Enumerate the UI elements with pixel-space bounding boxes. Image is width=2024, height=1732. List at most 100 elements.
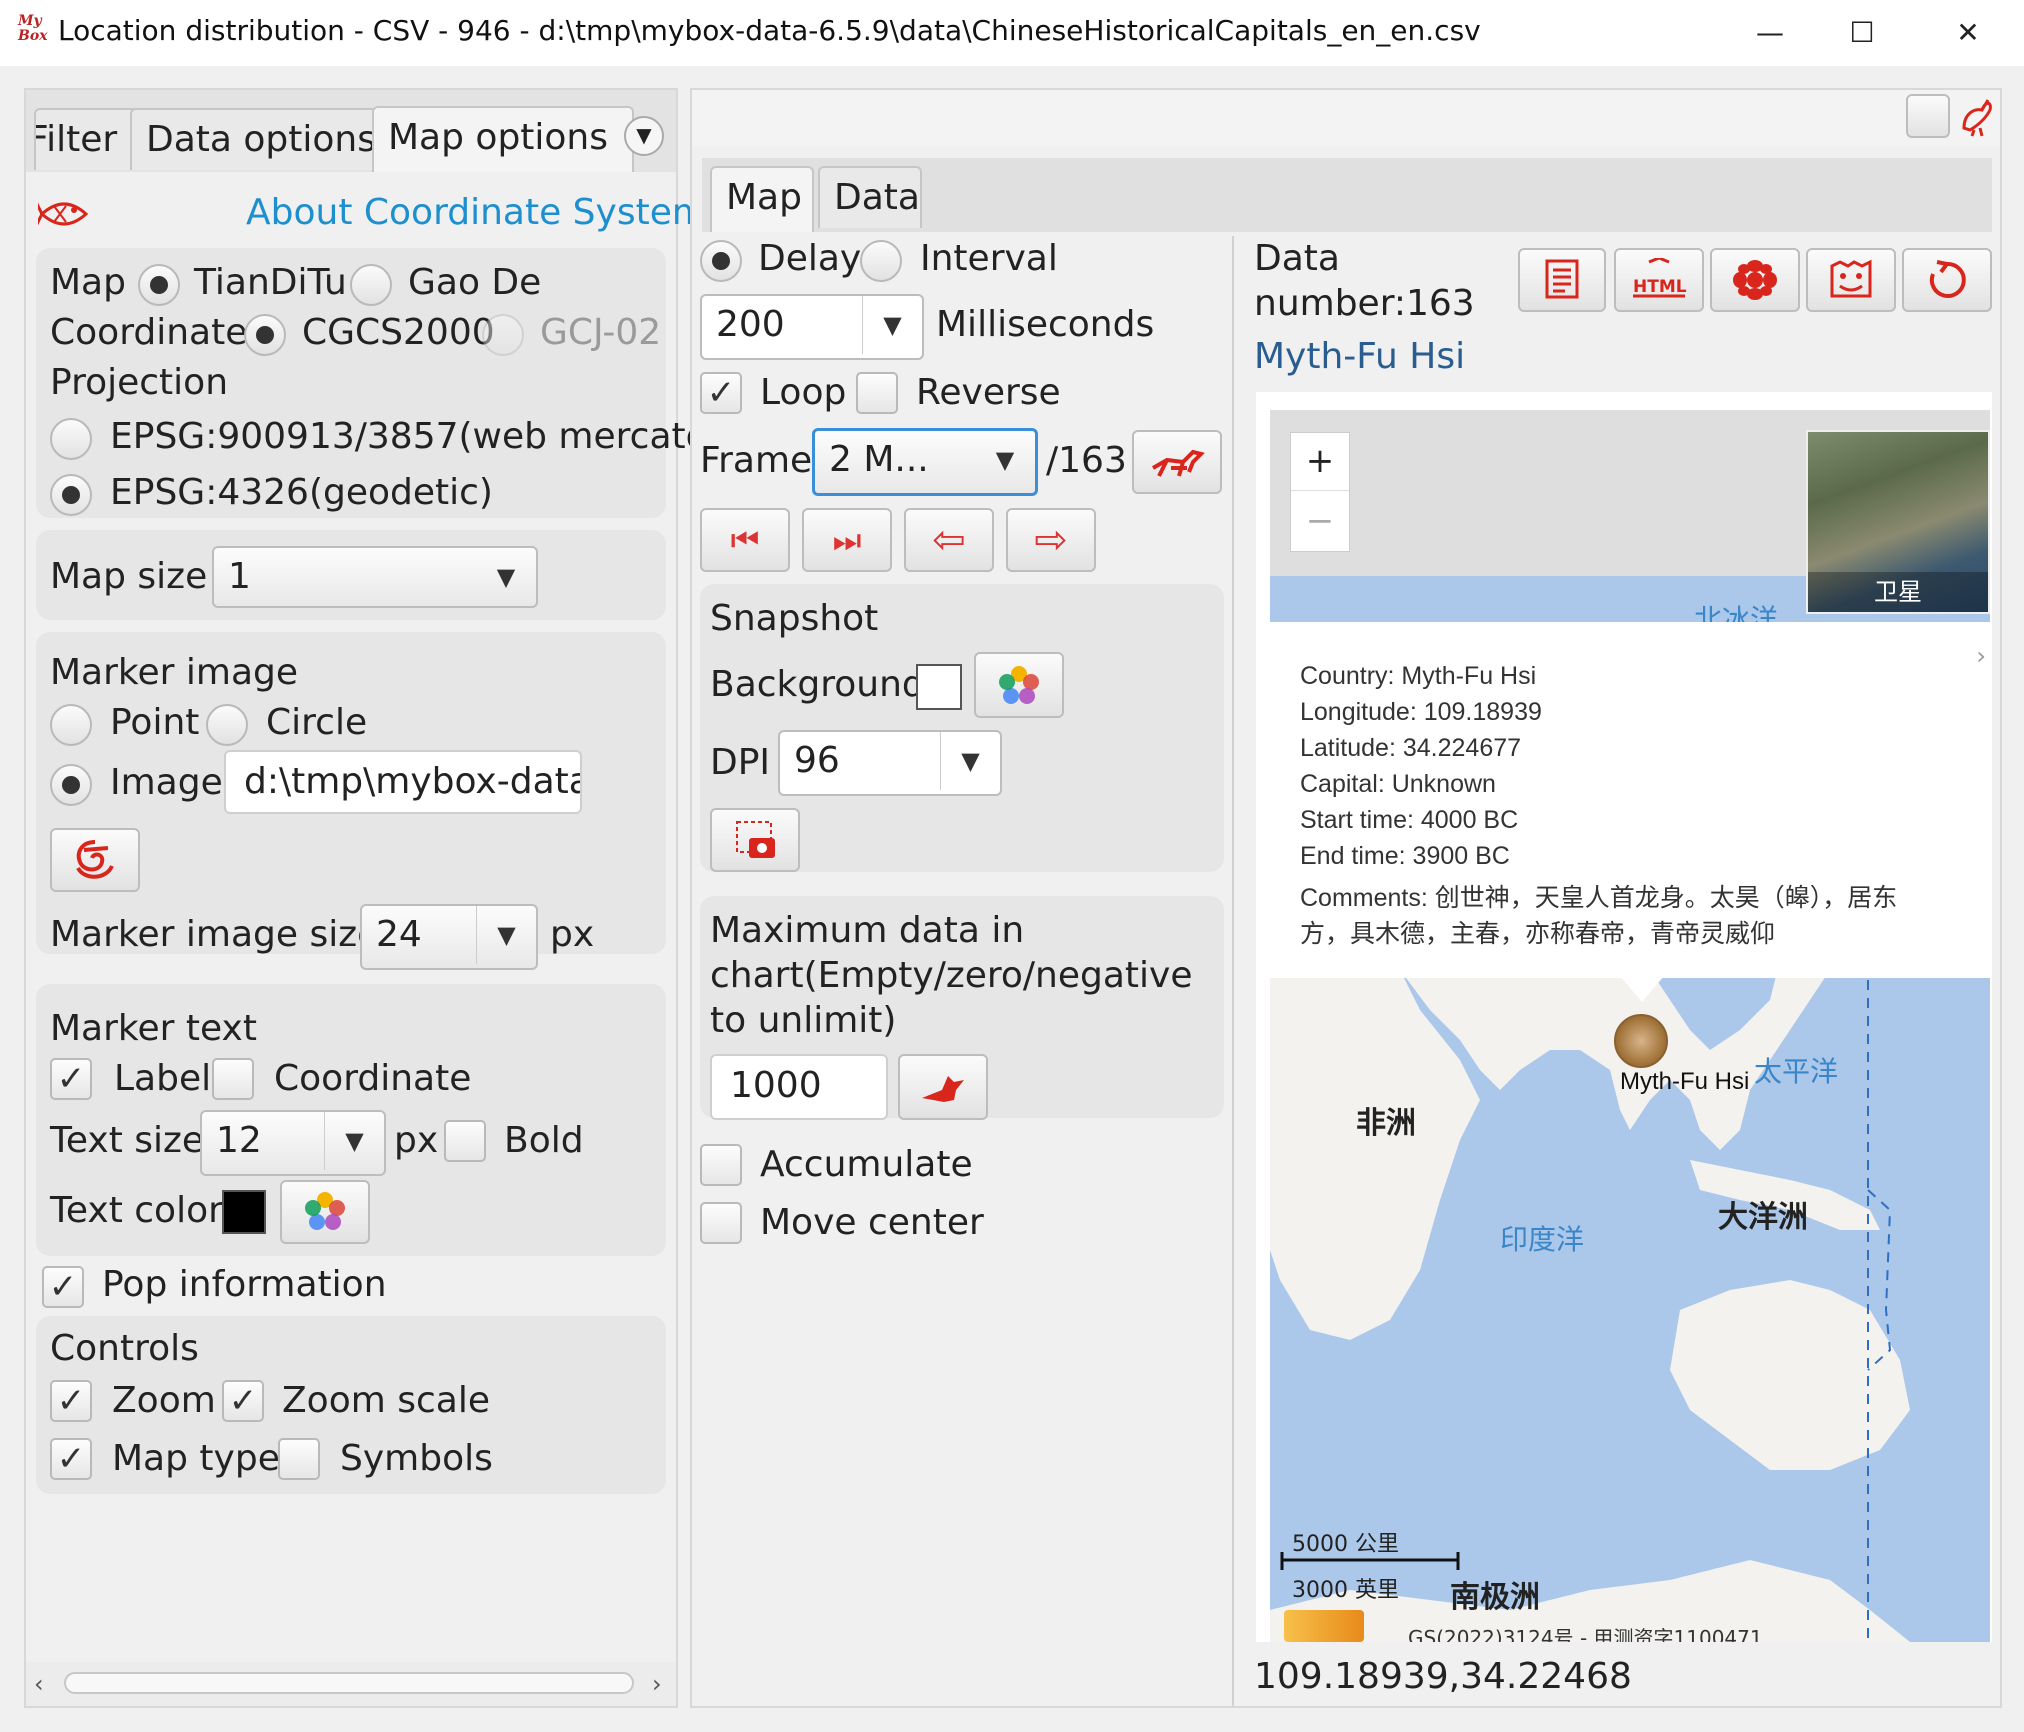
app-logo-icon: My Box (18, 13, 48, 44)
first-frame-button[interactable]: ⏮ (700, 508, 790, 572)
radio-web-mercator[interactable] (50, 418, 92, 460)
bold-checkbox[interactable] (444, 1120, 486, 1162)
popup-pointer (1620, 976, 1664, 1002)
text-size-select[interactable]: 12 ▼ (200, 1110, 386, 1176)
view-list-button[interactable] (1518, 248, 1606, 312)
chevron-down-icon: ▼ (324, 1112, 384, 1170)
tab-data-options[interactable]: Data options (130, 108, 394, 170)
accumulate-checkbox-label: Accumulate (760, 1144, 973, 1185)
background-label: Background (710, 664, 925, 705)
tab-map-options[interactable]: Map options (372, 106, 634, 172)
refresh-button[interactable] (1902, 248, 1992, 312)
loop-checkbox[interactable]: ✓ (700, 372, 742, 414)
chevron-down-icon[interactable]: ▼ (624, 116, 664, 156)
label-checkbox[interactable]: ✓ (50, 1058, 92, 1100)
radio-point[interactable] (50, 704, 92, 746)
pacific-ocean-label: 太平洋 (1754, 1055, 1839, 1088)
skip-last-icon: ⏭ (832, 521, 862, 559)
popup-longitude: Longitude: 109.18939 (1300, 698, 1542, 726)
lion-head-icon (1830, 259, 1872, 298)
africa-label: 非洲 (1356, 1106, 1416, 1141)
bold-checkbox-label: Bold (504, 1120, 584, 1161)
toolbar-toggle-button[interactable] (1906, 94, 1950, 138)
tab-map[interactable]: Map (710, 166, 814, 232)
about-coordinate-system-link[interactable]: About Coordinate System (246, 192, 707, 233)
last-frame-button[interactable]: ⏭ (802, 508, 892, 572)
color-palette-icon (999, 666, 1039, 704)
camera-icon (736, 821, 775, 858)
tab-data[interactable]: Data (818, 166, 922, 228)
left-horizontal-scrollbar[interactable]: ‹ › (26, 1662, 676, 1706)
zoom-control: + − (1290, 432, 1350, 552)
scroll-left-icon[interactable]: ‹ (34, 1670, 44, 1698)
previous-frame-button[interactable]: ⇦ (904, 508, 994, 572)
popup-start-time: Start time: 4000 BC (1300, 806, 1519, 834)
dpi-select[interactable]: 96 ▼ (778, 730, 1002, 796)
map-view[interactable]: + − 卫星 北冰洋 非洲 太平洋 印度洋 大洋洲 南极洲 Myth-Fu Hs… (1270, 410, 1990, 1642)
next-frame-button[interactable]: ⇨ (1006, 508, 1096, 572)
running-horse-icon (1152, 449, 1205, 477)
maximize-button[interactable]: ☐ (1832, 10, 1892, 56)
background-color-swatch[interactable] (916, 664, 962, 710)
satellite-map-type-button[interactable]: 卫星 (1806, 430, 1990, 614)
marker-image-path-input[interactable]: d:\tmp\mybox-data (224, 750, 582, 814)
accumulate-checkbox[interactable] (700, 1144, 742, 1186)
zoom-out-button[interactable]: − (1291, 493, 1349, 551)
rooster-icon[interactable] (1956, 94, 1996, 138)
background-color-picker-button[interactable] (974, 652, 1064, 718)
radio-circle[interactable] (206, 704, 248, 746)
frame-go-button[interactable] (1132, 430, 1222, 494)
text-size-unit: px (394, 1120, 439, 1161)
interval-select[interactable]: 200 ▼ (700, 294, 924, 360)
map-type-checkbox[interactable]: ✓ (50, 1438, 92, 1480)
close-button[interactable]: ✕ (1938, 10, 1998, 56)
arrow-right-icon: ⇨ (1034, 517, 1068, 563)
radio-interval-label: Interval (920, 238, 1058, 279)
popup-latitude: Latitude: 34.224677 (1300, 734, 1522, 762)
scroll-right-icon[interactable]: › (652, 1670, 662, 1698)
coordinate-checkbox[interactable] (212, 1058, 254, 1100)
minimize-button[interactable]: — (1740, 10, 1800, 56)
max-data-go-button[interactable] (898, 1054, 988, 1120)
lion-button[interactable] (1806, 248, 1896, 312)
record-title-link[interactable]: Myth-Fu Hsi (1254, 336, 1465, 377)
radio-tianditu[interactable] (138, 264, 180, 306)
refresh-icon (1929, 260, 1966, 298)
popup-close-icon[interactable]: › (1976, 642, 1986, 670)
max-data-input[interactable]: 1000 (710, 1054, 888, 1120)
map-size-select[interactable]: 1 ▼ (212, 546, 538, 608)
radio-image-label: Image (110, 762, 223, 803)
marker-coin-icon[interactable] (1614, 1014, 1668, 1068)
html-icon: HTML (1633, 256, 1687, 298)
radio-gaode[interactable] (350, 264, 392, 306)
frame-select[interactable]: 2 M... ▼ (812, 428, 1038, 496)
radio-tianditu-label: TianDiTu (194, 262, 347, 303)
marker-image-size-select[interactable]: 24 ▼ (360, 904, 538, 970)
radio-geodetic[interactable] (50, 474, 92, 516)
move-center-checkbox[interactable] (700, 1202, 742, 1244)
radio-gcj02[interactable] (482, 314, 524, 356)
radio-cgcs2000[interactable] (244, 314, 286, 356)
radio-image[interactable] (50, 764, 92, 806)
scrollbar-thumb[interactable] (64, 1672, 634, 1694)
text-color-picker-button[interactable] (280, 1180, 370, 1244)
symbols-checkbox[interactable] (278, 1438, 320, 1480)
marker-image-label: Marker image (50, 652, 299, 693)
pop-information-checkbox[interactable]: ✓ (42, 1266, 84, 1308)
snapshot-button[interactable] (710, 808, 800, 872)
window-title: Location distribution - CSV - 946 - d:\t… (58, 14, 1481, 47)
reverse-checkbox[interactable] (856, 372, 898, 414)
radio-interval[interactable] (860, 240, 902, 282)
zoom-scale-checkbox[interactable]: ✓ (222, 1380, 264, 1422)
radio-delay[interactable] (700, 240, 742, 282)
zoom-checkbox[interactable]: ✓ (50, 1380, 92, 1422)
radio-cgcs2000-label: CGCS2000 (302, 312, 495, 353)
column-divider (1232, 236, 1234, 1706)
popup-end-time: End time: 3900 BC (1300, 842, 1510, 870)
html-export-button[interactable]: HTML (1614, 248, 1704, 312)
controls-label: Controls (50, 1328, 199, 1369)
select-marker-image-button[interactable] (50, 828, 140, 892)
text-color-swatch[interactable] (222, 1190, 266, 1234)
peony-button[interactable] (1710, 248, 1800, 312)
zoom-in-button[interactable]: + (1291, 433, 1349, 491)
